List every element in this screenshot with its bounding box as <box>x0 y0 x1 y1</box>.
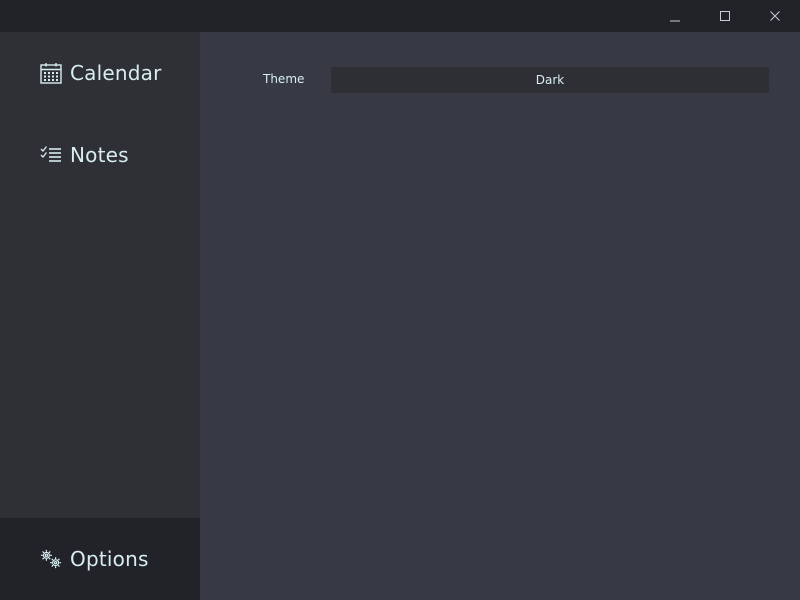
theme-select[interactable]: Dark <box>331 67 769 93</box>
gears-icon <box>40 548 62 570</box>
sidebar: Calendar Notes Options <box>0 32 200 600</box>
title-bar[interactable] <box>0 0 800 32</box>
checklist-icon <box>40 144 62 166</box>
close-button[interactable] <box>750 0 800 32</box>
sidebar-item-notes[interactable]: Notes <box>0 114 200 196</box>
sidebar-item-label: Calendar <box>70 61 162 85</box>
sidebar-item-label: Notes <box>70 143 129 167</box>
sidebar-item-options[interactable]: Options <box>0 518 200 600</box>
sidebar-item-label: Options <box>70 547 149 571</box>
minimize-icon <box>670 20 680 22</box>
calendar-icon <box>40 62 62 84</box>
close-icon <box>770 11 780 21</box>
theme-label: Theme <box>263 72 305 86</box>
options-panel: Theme Dark <box>200 32 800 600</box>
maximize-button[interactable] <box>700 0 750 32</box>
app-window: Calendar Notes Options Theme Dark <box>0 0 800 600</box>
sidebar-item-calendar[interactable]: Calendar <box>0 32 200 114</box>
maximize-icon <box>720 11 730 21</box>
theme-select-value: Dark <box>535 73 565 87</box>
minimize-button[interactable] <box>650 0 700 32</box>
